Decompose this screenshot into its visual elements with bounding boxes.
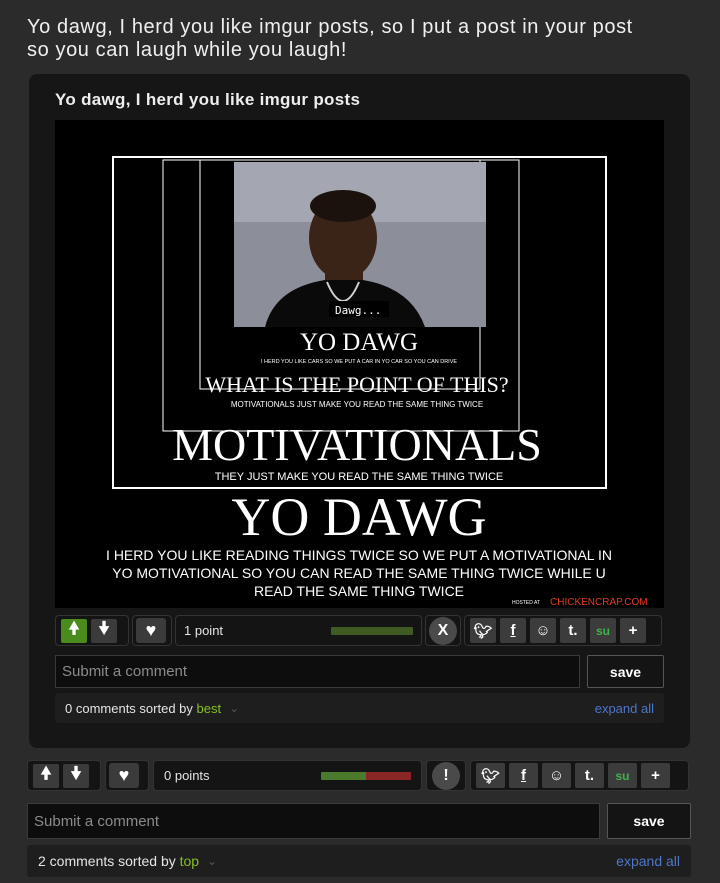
post-vote-meter	[321, 771, 411, 780]
post-favorite-group: ♥	[105, 760, 149, 791]
post-save-button[interactable]: save	[607, 803, 691, 839]
post-expand-all[interactable]: expand all	[616, 853, 680, 869]
embedded-points: 1 point	[184, 623, 224, 638]
poster-inner-title: YO DAWG	[300, 329, 418, 356]
poster-big-title: MOTIVATIONALS	[172, 419, 542, 470]
poster-outer-title: YO DAWG	[231, 487, 486, 547]
arrow-down-icon[interactable]: 🠟	[63, 763, 89, 788]
facebook-icon[interactable]: f	[500, 618, 526, 643]
embedded-post-title: Yo dawg, I herd you like imgur posts	[55, 90, 361, 109]
poster-outer-sub-3: READ THE SAME THING TWICE	[254, 583, 464, 599]
post-points: 0 points	[164, 768, 210, 783]
embedded-vote-meter	[331, 626, 413, 635]
stumbleupon-icon[interactable]: su	[608, 763, 637, 788]
post-comments-count: 2 comments sorted by	[38, 853, 176, 869]
post-title: Yo dawg, I herd you like imgur posts, so…	[27, 16, 633, 61]
poster-hosted-label: HOSTED AT	[512, 600, 540, 606]
twitter-icon[interactable]: 🐦︎	[476, 763, 505, 788]
post-points-group: 0 points	[153, 760, 422, 791]
plus-icon[interactable]: +	[641, 763, 670, 788]
post-meter-down	[366, 771, 411, 780]
poster-big-sub: THEY JUST MAKE YOU READ THE SAME THING T…	[215, 471, 504, 483]
chevron-down-icon[interactable]: ⌄	[207, 854, 217, 868]
embedded-meter-up	[331, 626, 413, 635]
heart-icon[interactable]: ♥	[136, 618, 166, 643]
post-comments-bar: 2 comments sorted by top ⌄ expand all	[27, 845, 691, 877]
tumblr-icon[interactable]: t.	[560, 618, 586, 643]
facebook-icon[interactable]: f	[509, 763, 538, 788]
post-vote-buttons: 🠝 🠟	[27, 760, 101, 791]
embedded-comment-input[interactable]: Submit a comment	[55, 655, 580, 688]
chevron-down-icon[interactable]: ⌄	[229, 701, 239, 715]
dawg-bubble-text: Dawg...	[335, 304, 381, 317]
poster-outer-sub-1: I HERD YOU LIKE READING THINGS TWICE SO …	[106, 547, 612, 563]
post-sort-link[interactable]: top	[180, 853, 199, 869]
reddit-icon[interactable]: ☺	[530, 618, 556, 643]
embedded-comments-count: 0 comments sorted by	[65, 700, 193, 716]
poster-site-label: CHICKENCRAP.COM	[550, 597, 648, 608]
x-icon[interactable]: X	[429, 616, 457, 645]
poster-inner-sub: I HERD YOU LIKE CARS SO WE PUT A CAR IN …	[261, 359, 457, 365]
twitter-icon[interactable]: 🐦︎	[470, 618, 496, 643]
arrow-up-icon[interactable]: 🠝	[33, 763, 59, 788]
plus-icon[interactable]: +	[620, 618, 646, 643]
embedded-close-group: X	[425, 615, 461, 646]
reddit-icon[interactable]: ☺	[542, 763, 571, 788]
post-comment-input[interactable]: Submit a comment	[27, 803, 600, 839]
arrow-up-icon[interactable]: 🠝	[61, 618, 87, 643]
post-meter-up	[321, 771, 366, 780]
embedded-vote-buttons: 🠝 🠟	[55, 615, 129, 646]
post-vote-bar: 🠝 🠟 ♥ 0 points ! 🐦︎ f ☺ t. su +	[27, 759, 691, 792]
embedded-post: Yo dawg, I herd you like imgur posts Daw…	[29, 74, 690, 748]
poster-mid-title: WHAT IS THE POINT OF THIS?	[205, 372, 508, 397]
arrow-down-icon[interactable]: 🠟	[91, 618, 117, 643]
exclamation-icon[interactable]: !	[432, 761, 460, 790]
post-image[interactable]: Dawg... YO DAWG I HERD YOU LIKE CARS SO …	[55, 120, 664, 608]
poster-mid-sub: MOTIVATIONALS JUST MAKE YOU READ THE SAM…	[231, 400, 483, 409]
motivational-poster: Dawg... YO DAWG I HERD YOU LIKE CARS SO …	[106, 156, 648, 608]
tumblr-icon[interactable]: t.	[575, 763, 604, 788]
embedded-sort-link[interactable]: best	[197, 701, 222, 716]
embedded-favorite-group: ♥	[132, 615, 172, 646]
embedded-expand-all[interactable]: expand all	[595, 701, 654, 716]
embedded-share-group: 🐦︎ f ☺ t. su +	[464, 615, 662, 646]
embedded-vote-bar: 🠝 🠟 ♥ 1 point X 🐦︎ f ☺ t. su +	[55, 614, 665, 647]
embedded-comments-bar: 0 comments sorted by best ⌄ expand all	[55, 693, 664, 723]
poster-outer-sub-2: YO MOTIVATIONAL SO YOU CAN READ THE SAME…	[112, 565, 605, 581]
embedded-save-button[interactable]: save	[587, 655, 664, 688]
heart-icon[interactable]: ♥	[109, 763, 139, 788]
embedded-points-group: 1 point	[175, 615, 422, 646]
stumbleupon-icon[interactable]: su	[590, 618, 616, 643]
post-report-group: !	[426, 760, 466, 791]
post-share-group: 🐦︎ f ☺ t. su +	[470, 760, 689, 791]
